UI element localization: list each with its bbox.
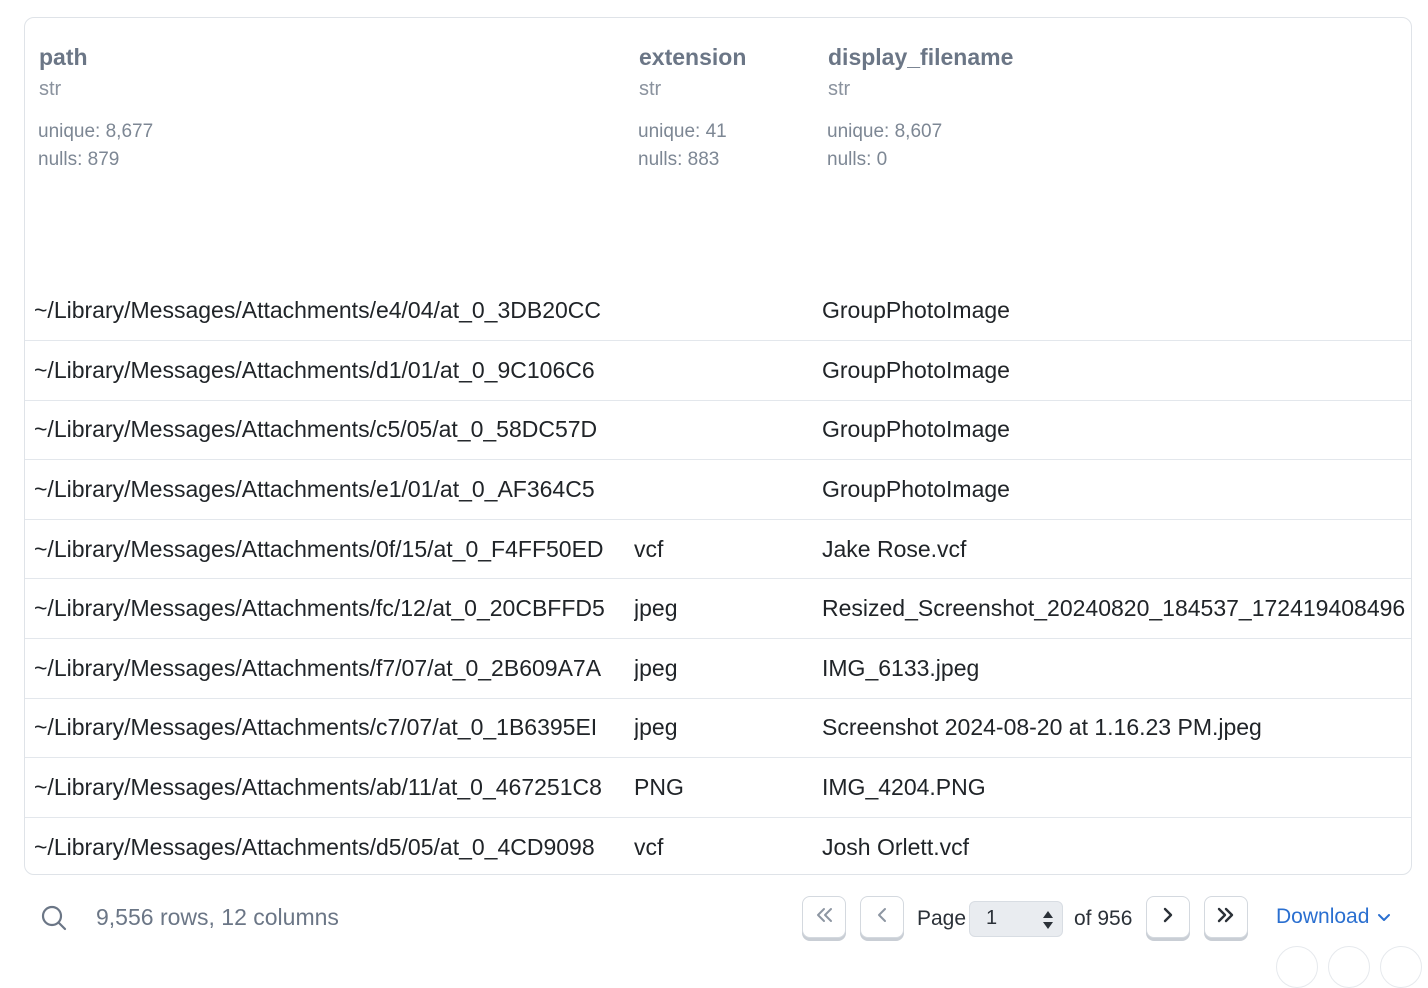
chevrons-right-icon [1215, 904, 1237, 931]
column-unique-stat: unique: 8,607 [827, 121, 943, 142]
toolbar-circle-button[interactable] [1380, 946, 1422, 988]
table-row[interactable]: ~/Library/Messages/Attachments/0f/15/at_… [25, 520, 1411, 580]
last-page-button[interactable] [1204, 896, 1248, 938]
table-row[interactable]: ~/Library/Messages/Attachments/fc/12/at_… [25, 579, 1411, 639]
download-label: Download [1276, 905, 1370, 928]
extension-cell: vcf [634, 834, 664, 861]
page-number-value: 1 [986, 907, 998, 929]
path-cell: ~/Library/Messages/Attachments/c7/07/at_… [34, 714, 598, 741]
extension-cell: PNG [634, 773, 684, 800]
first-page-button[interactable] [802, 896, 846, 938]
previous-page-button[interactable] [860, 896, 904, 938]
search-icon[interactable] [40, 904, 68, 932]
table-row[interactable]: ~/Library/Messages/Attachments/c7/07/at_… [25, 699, 1411, 759]
table-body: ~/Library/Messages/Attachments/e4/04/at_… [25, 281, 1411, 874]
path-cell: ~/Library/Messages/Attachments/0f/15/at_… [34, 535, 604, 562]
extension-cell: jpeg [634, 654, 678, 681]
chevron-down-icon [1377, 905, 1391, 929]
page-number-select[interactable]: 1 [969, 901, 1063, 937]
extension-cell: jpeg [634, 595, 678, 622]
table-row[interactable]: ~/Library/Messages/Attachments/e1/01/at_… [25, 460, 1411, 520]
display-filename-cell: Josh Orlett.vcf [822, 834, 969, 861]
column-type: str [39, 78, 62, 100]
table-row[interactable]: ~/Library/Messages/Attachments/ab/11/at_… [25, 758, 1411, 818]
table-row[interactable]: ~/Library/Messages/Attachments/e4/04/at_… [25, 281, 1411, 341]
display-filename-cell: IMG_4204.PNG [822, 773, 986, 800]
path-cell: ~/Library/Messages/Attachments/ab/11/at_… [34, 773, 602, 800]
table-row[interactable]: ~/Library/Messages/Attachments/c5/05/at_… [25, 401, 1411, 461]
row-column-summary: 9,556 rows, 12 columns [96, 904, 339, 930]
column-nulls-stat: nulls: 879 [38, 149, 120, 170]
column-name: path [39, 44, 88, 70]
column-nulls-stat: nulls: 883 [638, 149, 720, 170]
path-cell: ~/Library/Messages/Attachments/e4/04/at_… [34, 297, 602, 323]
extension-cell [634, 401, 814, 460]
table-row[interactable]: ~/Library/Messages/Attachments/d5/05/at_… [25, 818, 1411, 874]
path-cell: ~/Library/Messages/Attachments/e1/01/at_… [34, 475, 595, 502]
display-filename-cell: GroupPhotoImage [822, 475, 1010, 502]
path-cell: ~/Library/Messages/Attachments/d5/05/at_… [34, 834, 595, 861]
extension-cell [634, 281, 814, 340]
chevron-right-icon [1157, 904, 1179, 931]
chevrons-left-icon [813, 904, 835, 931]
display-filename-cell: IMG_6133.jpeg [822, 654, 980, 681]
column-type: str [639, 78, 662, 100]
page-count-label: of 956 [1074, 907, 1133, 930]
extension-cell [634, 460, 814, 519]
column-type: str [828, 78, 851, 100]
path-cell: ~/Library/Messages/Attachments/c5/05/at_… [34, 416, 598, 443]
table-row[interactable]: ~/Library/Messages/Attachments/d1/01/at_… [25, 341, 1411, 401]
extension-cell [634, 341, 814, 400]
display-filename-cell: GroupPhotoImage [822, 356, 1010, 383]
extension-cell: jpeg [634, 714, 678, 741]
page-label: Page [917, 907, 967, 930]
toolbar-circle-button[interactable] [1276, 946, 1318, 988]
column-name: extension [639, 44, 747, 70]
chevron-left-icon [871, 904, 893, 931]
next-page-button[interactable] [1146, 896, 1190, 938]
data-table: path str unique: 8,677 nulls: 879 extens… [24, 17, 1412, 875]
table-row[interactable]: ~/Library/Messages/Attachments/f7/07/at_… [25, 639, 1411, 699]
column-unique-stat: unique: 8,677 [38, 121, 154, 142]
display-filename-cell: GroupPhotoImage [822, 297, 1010, 323]
stepper-arrows-icon [1042, 909, 1054, 937]
path-cell: ~/Library/Messages/Attachments/f7/07/at_… [34, 654, 602, 681]
display-filename-cell: Jake Rose.vcf [822, 535, 967, 562]
column-unique-stat: unique: 41 [638, 121, 727, 142]
column-name: display_filename [828, 44, 1014, 70]
column-nulls-stat: nulls: 0 [827, 149, 888, 170]
table-footer: 9,556 rows, 12 columns Page 1 of 956 Dow… [0, 880, 1428, 988]
path-cell: ~/Library/Messages/Attachments/d1/01/at_… [34, 356, 595, 383]
path-cell: ~/Library/Messages/Attachments/fc/12/at_… [34, 595, 605, 622]
display-filename-cell: Screenshot 2024-08-20 at 1.16.23 PM.jpeg [822, 714, 1262, 741]
display-filename-cell: GroupPhotoImage [822, 416, 1010, 443]
toolbar-circle-button[interactable] [1328, 946, 1370, 988]
download-button[interactable]: Download [1276, 905, 1391, 929]
extension-cell: vcf [634, 535, 664, 562]
display-filename-cell: Resized_Screenshot_20240820_184537_17241… [822, 595, 1406, 622]
